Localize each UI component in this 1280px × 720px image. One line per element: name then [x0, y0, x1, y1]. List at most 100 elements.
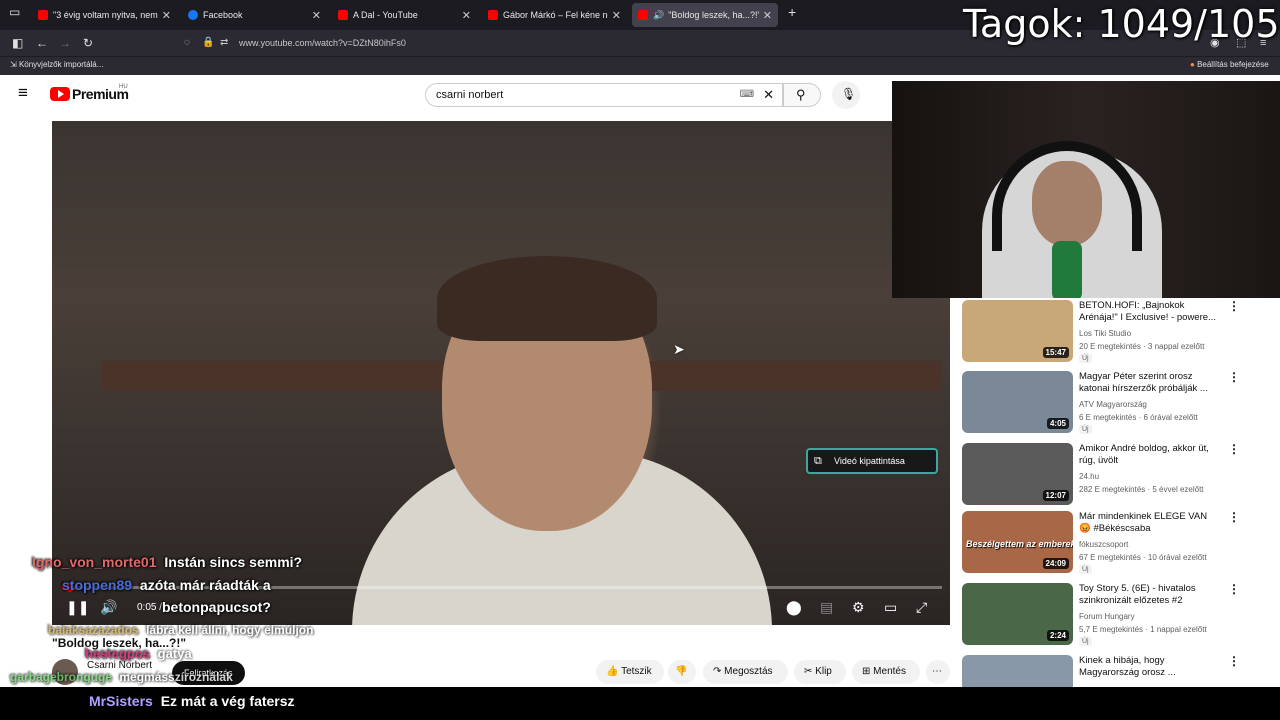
- tab-label: Gábor Márkó – Fel kéne nőni | A: [503, 10, 608, 20]
- chat-text: lábra kell állni, hogy elmúljon: [146, 623, 314, 637]
- fullscreen-icon[interactable]: ⤢: [916, 600, 927, 614]
- channel-name[interactable]: 24.hu: [1079, 472, 1099, 481]
- voice-search-button[interactable]: 🎙: [832, 81, 860, 109]
- tab-list-icon[interactable]: ▭: [9, 0, 20, 25]
- video-thumbnail[interactable]: [962, 655, 1073, 687]
- channel-name[interactable]: Los Tiki Studio: [1079, 329, 1131, 338]
- channel-name[interactable]: Forum Hungary: [1079, 612, 1135, 621]
- keyboard-icon[interactable]: ⌨: [740, 84, 754, 106]
- more-options-icon[interactable]: ⋮: [1228, 583, 1240, 595]
- youtube-logo[interactable]: Premium HU: [48, 75, 138, 115]
- youtube-favicon-icon: [338, 10, 348, 20]
- tab-1[interactable]: "3 évig voltam nyitva, nem szer ✕: [32, 3, 177, 27]
- more-actions-button[interactable]: ⋯: [926, 660, 950, 684]
- video-thumbnail[interactable]: 2:24: [962, 583, 1073, 645]
- recommendation-item[interactable]: 2:24 Toy Story 5. (6E) - hivatalos szink…: [962, 583, 1262, 647]
- more-options-icon[interactable]: ⋮: [1228, 443, 1240, 455]
- recommendation-item[interactable]: Beszélgettem az emberekkel 24:09 Már min…: [962, 511, 1262, 575]
- reload-icon[interactable]: ↻: [83, 30, 93, 56]
- streamer-webcam: [892, 81, 1280, 298]
- volume-icon[interactable]: 🔊: [100, 600, 117, 614]
- recommendation-item[interactable]: 4:05 Magyar Péter szerint orosz katonai …: [962, 371, 1262, 435]
- url-text[interactable]: www.youtube.com/watch?v=DZtN80ihFs0: [239, 34, 406, 52]
- search-value: csarni norbert: [436, 89, 504, 101]
- search-button[interactable]: ⚲: [783, 83, 821, 107]
- duration-badge: 24:09: [1042, 558, 1069, 569]
- new-badge: Új: [1079, 354, 1092, 363]
- tab-label: "3 évig voltam nyitva, nem szer: [53, 10, 158, 20]
- search-icon: ⚲: [796, 87, 806, 102]
- close-tab-icon[interactable]: ✕: [312, 9, 321, 22]
- autoplay-toggle-icon[interactable]: ⬤: [786, 600, 802, 614]
- channel-name[interactable]: fókuszcsoport: [1079, 540, 1128, 549]
- chat-message: garbagebronguge megmásszíroználak: [10, 670, 233, 684]
- chat-message: stoppen89 azóta már ráadták a: [62, 577, 271, 593]
- recommendation-title[interactable]: Már mindenkinek ELEGE VAN 😡 #Békéscsaba: [1079, 511, 1219, 535]
- close-tab-icon[interactable]: ✕: [763, 9, 772, 22]
- shield-icon[interactable]: ◌: [184, 34, 190, 52]
- recommendation-title[interactable]: Kinek a hibája, hogy Magyarország orosz …: [1079, 655, 1219, 679]
- youtube-favicon-icon: [38, 10, 48, 20]
- pause-icon[interactable]: ❚❚: [66, 600, 89, 614]
- subtitles-icon[interactable]: ▤: [820, 600, 833, 614]
- recommendation-item[interactable]: 12:07 Amikor André boldog, akkor üt, rúg…: [962, 443, 1262, 507]
- hamburger-menu-icon[interactable]: ≡: [18, 83, 28, 103]
- settings-gear-icon[interactable]: ⚙: [852, 600, 865, 614]
- chat-message: Igno_von_morte01 Instán sincs semmi?: [32, 554, 302, 570]
- theater-mode-icon[interactable]: ▭: [884, 600, 897, 614]
- import-bookmarks-link[interactable]: ⇲ Könyvjelzők importálá...: [10, 60, 103, 69]
- video-player[interactable]: [52, 121, 950, 625]
- share-label: Megosztás: [724, 666, 773, 677]
- clear-search-icon[interactable]: ✕: [763, 84, 774, 106]
- close-tab-icon[interactable]: ✕: [162, 9, 171, 22]
- forward-icon[interactable]: →: [59, 30, 71, 56]
- sidebar-toggle-icon[interactable]: ◧: [12, 30, 23, 56]
- new-badge: Új: [1079, 425, 1092, 434]
- recommendation-title[interactable]: Amikor André boldog, akkor üt, rúg, üvöl…: [1079, 443, 1219, 467]
- recommendation-title[interactable]: Toy Story 5. (6E) - hivatalos szinkroniz…: [1079, 583, 1219, 607]
- tab-3[interactable]: A Dal - YouTube ✕: [332, 3, 477, 27]
- video-thumbnail[interactable]: 4:05: [962, 371, 1073, 433]
- close-tab-icon[interactable]: ✕: [462, 9, 471, 22]
- close-tab-icon[interactable]: ✕: [612, 9, 621, 22]
- recommendation-item[interactable]: 15:47 BETON.HOFI: „Bajnokok Arénája!" I …: [962, 300, 1262, 364]
- like-label: Tetszik: [621, 666, 652, 677]
- like-button[interactable]: 👍 Tetszik: [596, 660, 664, 684]
- permissions-icon[interactable]: ⇄: [220, 34, 228, 52]
- pip-label: Videó kipattintása: [834, 456, 905, 466]
- tab-label: Facebook: [203, 10, 243, 20]
- more-options-icon[interactable]: ⋮: [1228, 511, 1240, 523]
- finish-setup-link[interactable]: ● Beállítás befejezése: [1190, 60, 1269, 69]
- pip-button[interactable]: ⧉ Videó kipattintása: [806, 448, 938, 474]
- more-options-icon[interactable]: ⋮: [1228, 300, 1240, 312]
- recommendation-title[interactable]: Magyar Péter szerint orosz katonai hírsz…: [1079, 371, 1219, 395]
- video-thumbnail[interactable]: Beszélgettem az emberekkel 24:09: [962, 511, 1073, 573]
- search-input[interactable]: csarni norbert ⌨ ✕: [425, 83, 783, 107]
- headset-icon: [992, 141, 1142, 251]
- more-options-icon[interactable]: ⋮: [1228, 655, 1240, 667]
- youtube-favicon-icon: [488, 10, 498, 20]
- dislike-button[interactable]: 👎: [668, 660, 696, 684]
- tab-2[interactable]: Facebook ✕: [182, 3, 327, 27]
- new-tab-icon[interactable]: +: [788, 0, 796, 25]
- clip-button[interactable]: ✂ Klip: [794, 660, 846, 684]
- channel-name[interactable]: ATV Magyarország: [1079, 400, 1147, 409]
- lock-icon[interactable]: 🔒: [202, 34, 214, 52]
- chat-message: balaksazazados lábra kell állni, hogy el…: [48, 623, 313, 637]
- chat-message: MrSisters Ez mát a vég fatersz: [89, 693, 295, 709]
- share-button[interactable]: ↷ Megosztás: [703, 660, 788, 684]
- new-badge: Új: [1079, 565, 1092, 574]
- tab-4[interactable]: Gábor Márkó – Fel kéne nőni | A ✕: [482, 3, 627, 27]
- more-options-icon[interactable]: ⋮: [1228, 371, 1240, 383]
- video-thumbnail[interactable]: 15:47: [962, 300, 1073, 362]
- recommendation-item[interactable]: Kinek a hibája, hogy Magyarország orosz …: [962, 655, 1262, 687]
- speaker-icon[interactable]: 🔊: [653, 10, 664, 21]
- bookmarks-bar: ⇲ Könyvjelzők importálá... ● Beállítás b…: [0, 56, 1280, 75]
- save-button[interactable]: ⊞ Mentés: [852, 660, 920, 684]
- video-thumbnail[interactable]: 12:07: [962, 443, 1073, 505]
- back-icon[interactable]: ←: [36, 30, 48, 56]
- chat-username: Igno_von_morte01: [32, 554, 157, 570]
- recommendation-title[interactable]: BETON.HOFI: „Bajnokok Arénája!" I Exclus…: [1079, 300, 1219, 324]
- recommendations-sidebar: 15:47 BETON.HOFI: „Bajnokok Arénája!" I …: [950, 298, 1280, 687]
- tab-5-active[interactable]: 🔊 "Boldog leszek, ha...?!" - Yo ✕: [632, 3, 778, 27]
